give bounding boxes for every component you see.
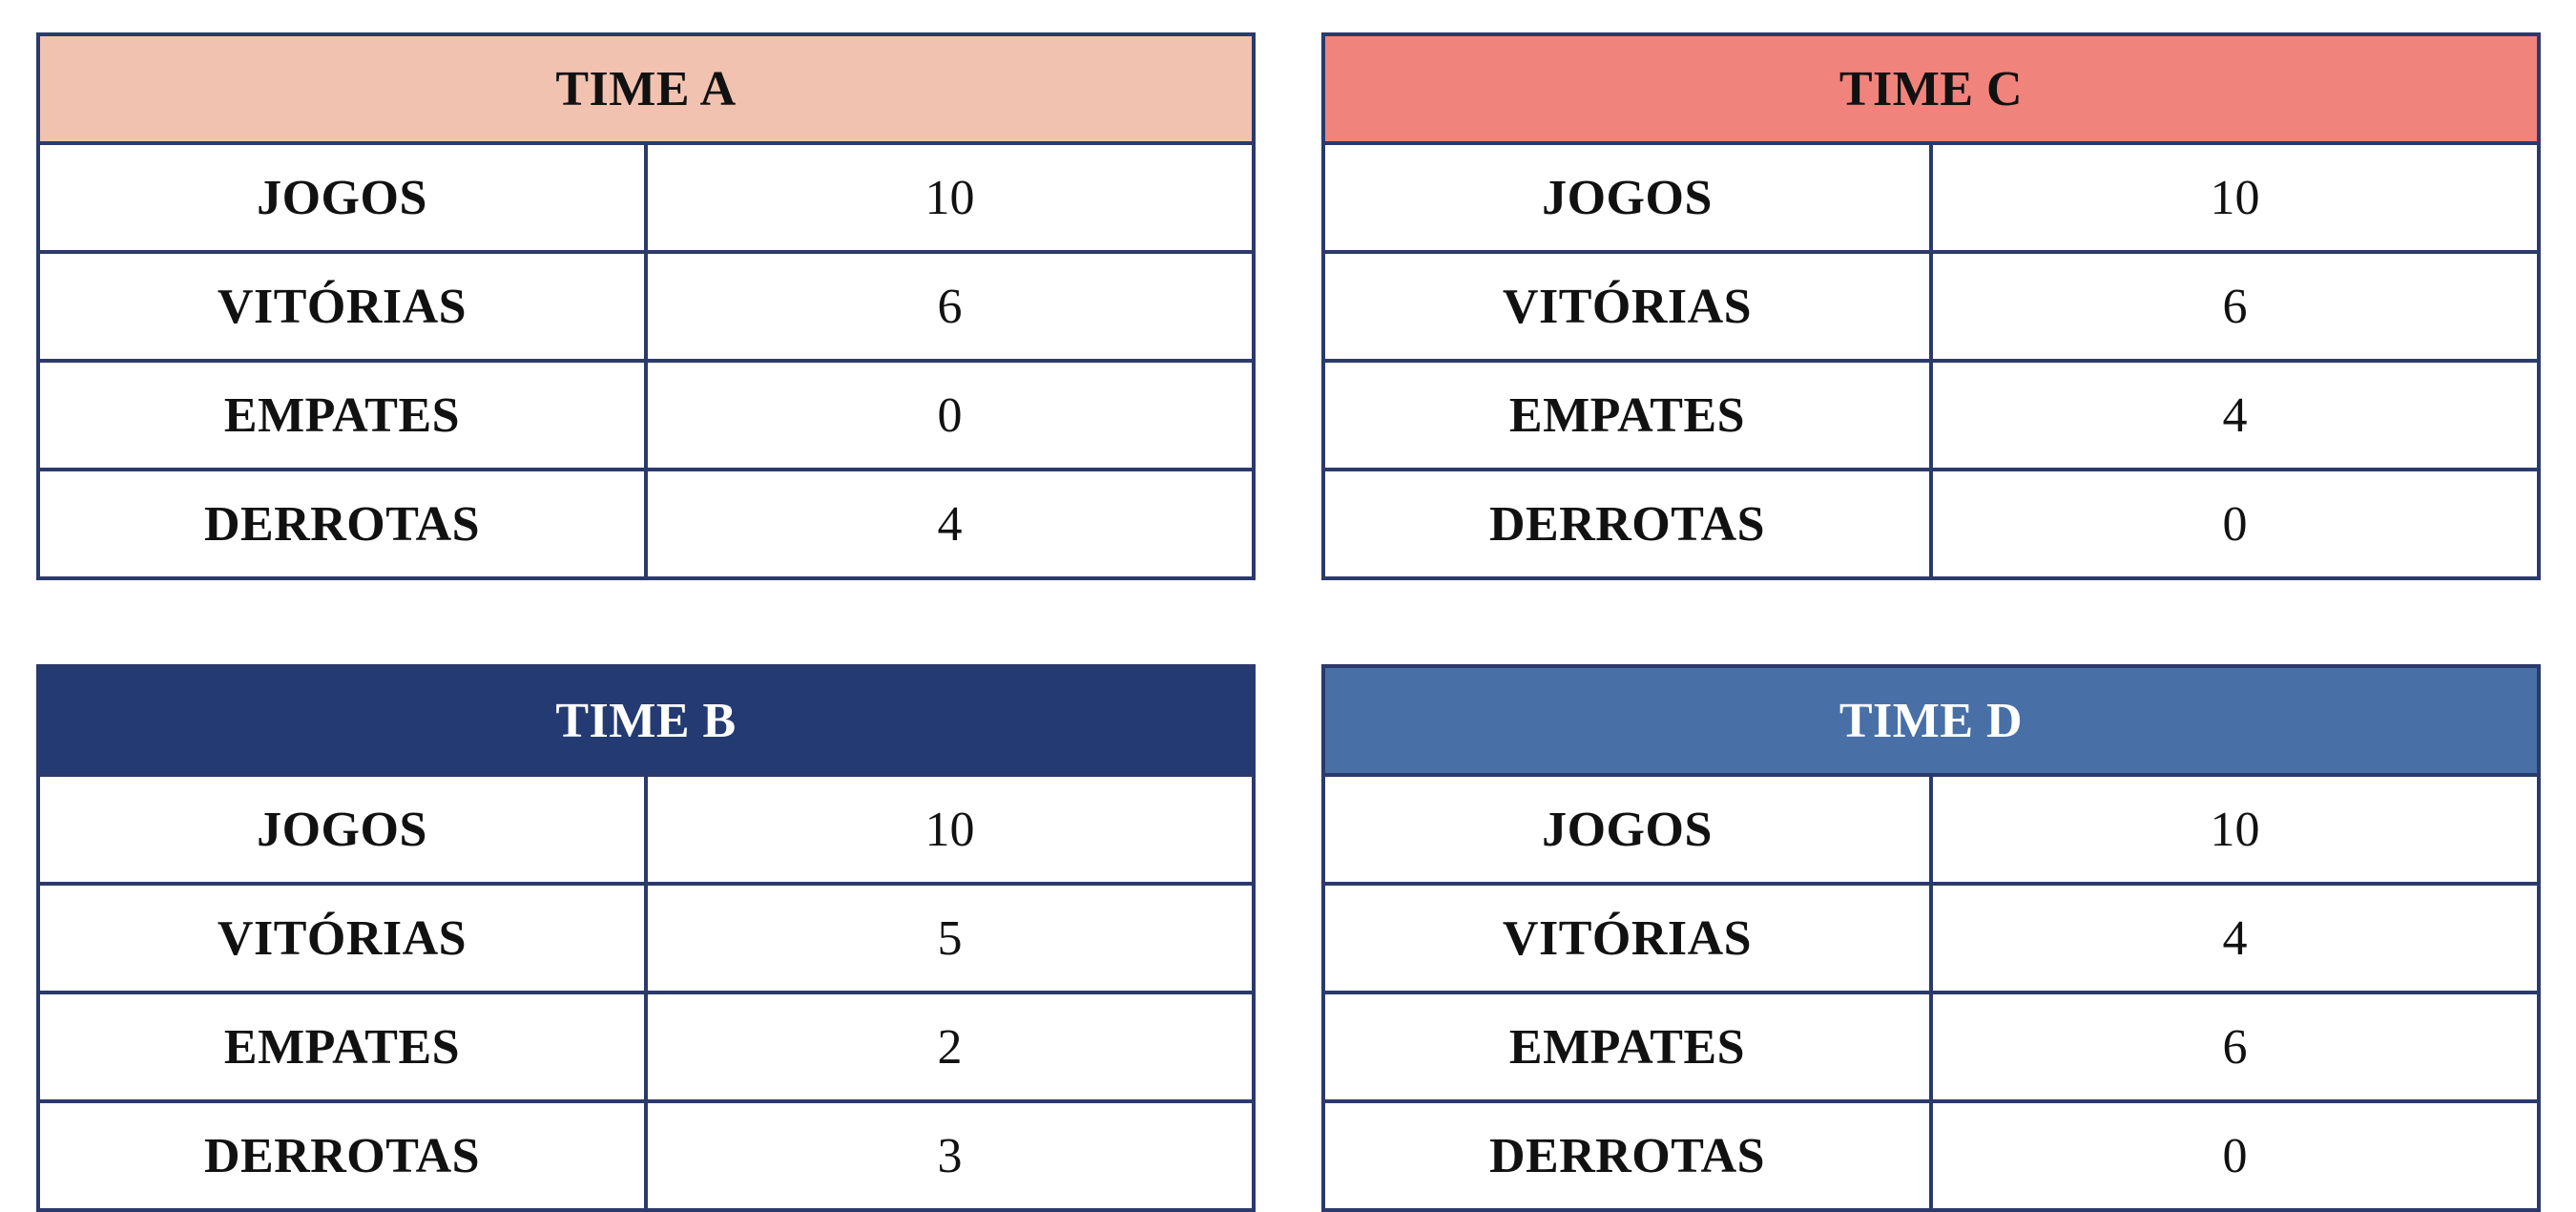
draws-label: EMPATES <box>1321 359 1933 471</box>
team-c-header: TIME C <box>1321 32 2541 145</box>
team-b-games-value: 10 <box>644 773 1256 886</box>
draws-label: EMPATES <box>36 359 648 471</box>
table-row: DERROTAS 0 <box>1321 468 2541 580</box>
table-row: VITÓRIAS 5 <box>36 882 1256 994</box>
games-label: JOGOS <box>36 773 648 886</box>
team-a-losses-value: 4 <box>644 468 1256 580</box>
team-d-losses-value: 0 <box>1929 1099 2541 1212</box>
team-d-draws-value: 6 <box>1929 991 2541 1103</box>
games-label: JOGOS <box>1321 141 1933 254</box>
table-row: DERROTAS 4 <box>36 468 1256 580</box>
team-b-table: TIME B JOGOS 10 VITÓRIAS 5 EMPATES 2 DER… <box>36 664 1256 1212</box>
team-b-wins-value: 5 <box>644 882 1256 994</box>
team-d-table: TIME D JOGOS 10 VITÓRIAS 4 EMPATES 6 DER… <box>1321 664 2541 1212</box>
games-label: JOGOS <box>1321 773 1933 886</box>
team-d-header: TIME D <box>1321 664 2541 777</box>
team-c-losses-value: 0 <box>1929 468 2541 580</box>
team-c-table: TIME C JOGOS 10 VITÓRIAS 6 EMPATES 4 DER… <box>1321 32 2541 580</box>
table-row: VITÓRIAS 6 <box>1321 250 2541 363</box>
table-row: JOGOS 10 <box>1321 773 2541 886</box>
losses-label: DERROTAS <box>36 468 648 580</box>
team-b-draws-value: 2 <box>644 991 1256 1103</box>
games-label: JOGOS <box>36 141 648 254</box>
team-d-games-value: 10 <box>1929 773 2541 886</box>
team-a-header: TIME A <box>36 32 1256 145</box>
wins-label: VITÓRIAS <box>1321 882 1933 994</box>
table-row: EMPATES 4 <box>1321 359 2541 471</box>
losses-label: DERROTAS <box>1321 1099 1933 1212</box>
wins-label: VITÓRIAS <box>36 250 648 363</box>
table-row: VITÓRIAS 6 <box>36 250 1256 363</box>
team-a-table: TIME A JOGOS 10 VITÓRIAS 6 EMPATES 0 DER… <box>36 32 1256 580</box>
table-row: EMPATES 0 <box>36 359 1256 471</box>
table-row: DERROTAS 0 <box>1321 1099 2541 1212</box>
table-row: EMPATES 6 <box>1321 991 2541 1103</box>
team-d-wins-value: 4 <box>1929 882 2541 994</box>
team-a-wins-value: 6 <box>644 250 1256 363</box>
wins-label: VITÓRIAS <box>36 882 648 994</box>
table-row: EMPATES 2 <box>36 991 1256 1103</box>
table-row: JOGOS 10 <box>36 141 1256 254</box>
table-row: JOGOS 10 <box>1321 141 2541 254</box>
losses-label: DERROTAS <box>36 1099 648 1212</box>
table-row: JOGOS 10 <box>36 773 1256 886</box>
table-row: DERROTAS 3 <box>36 1099 1256 1212</box>
team-c-games-value: 10 <box>1929 141 2541 254</box>
team-a-draws-value: 0 <box>644 359 1256 471</box>
team-b-header: TIME B <box>36 664 1256 777</box>
team-c-draws-value: 4 <box>1929 359 2541 471</box>
team-c-wins-value: 6 <box>1929 250 2541 363</box>
team-a-games-value: 10 <box>644 141 1256 254</box>
losses-label: DERROTAS <box>1321 468 1933 580</box>
draws-label: EMPATES <box>1321 991 1933 1103</box>
draws-label: EMPATES <box>36 991 648 1103</box>
table-row: VITÓRIAS 4 <box>1321 882 2541 994</box>
team-b-losses-value: 3 <box>644 1099 1256 1212</box>
wins-label: VITÓRIAS <box>1321 250 1933 363</box>
